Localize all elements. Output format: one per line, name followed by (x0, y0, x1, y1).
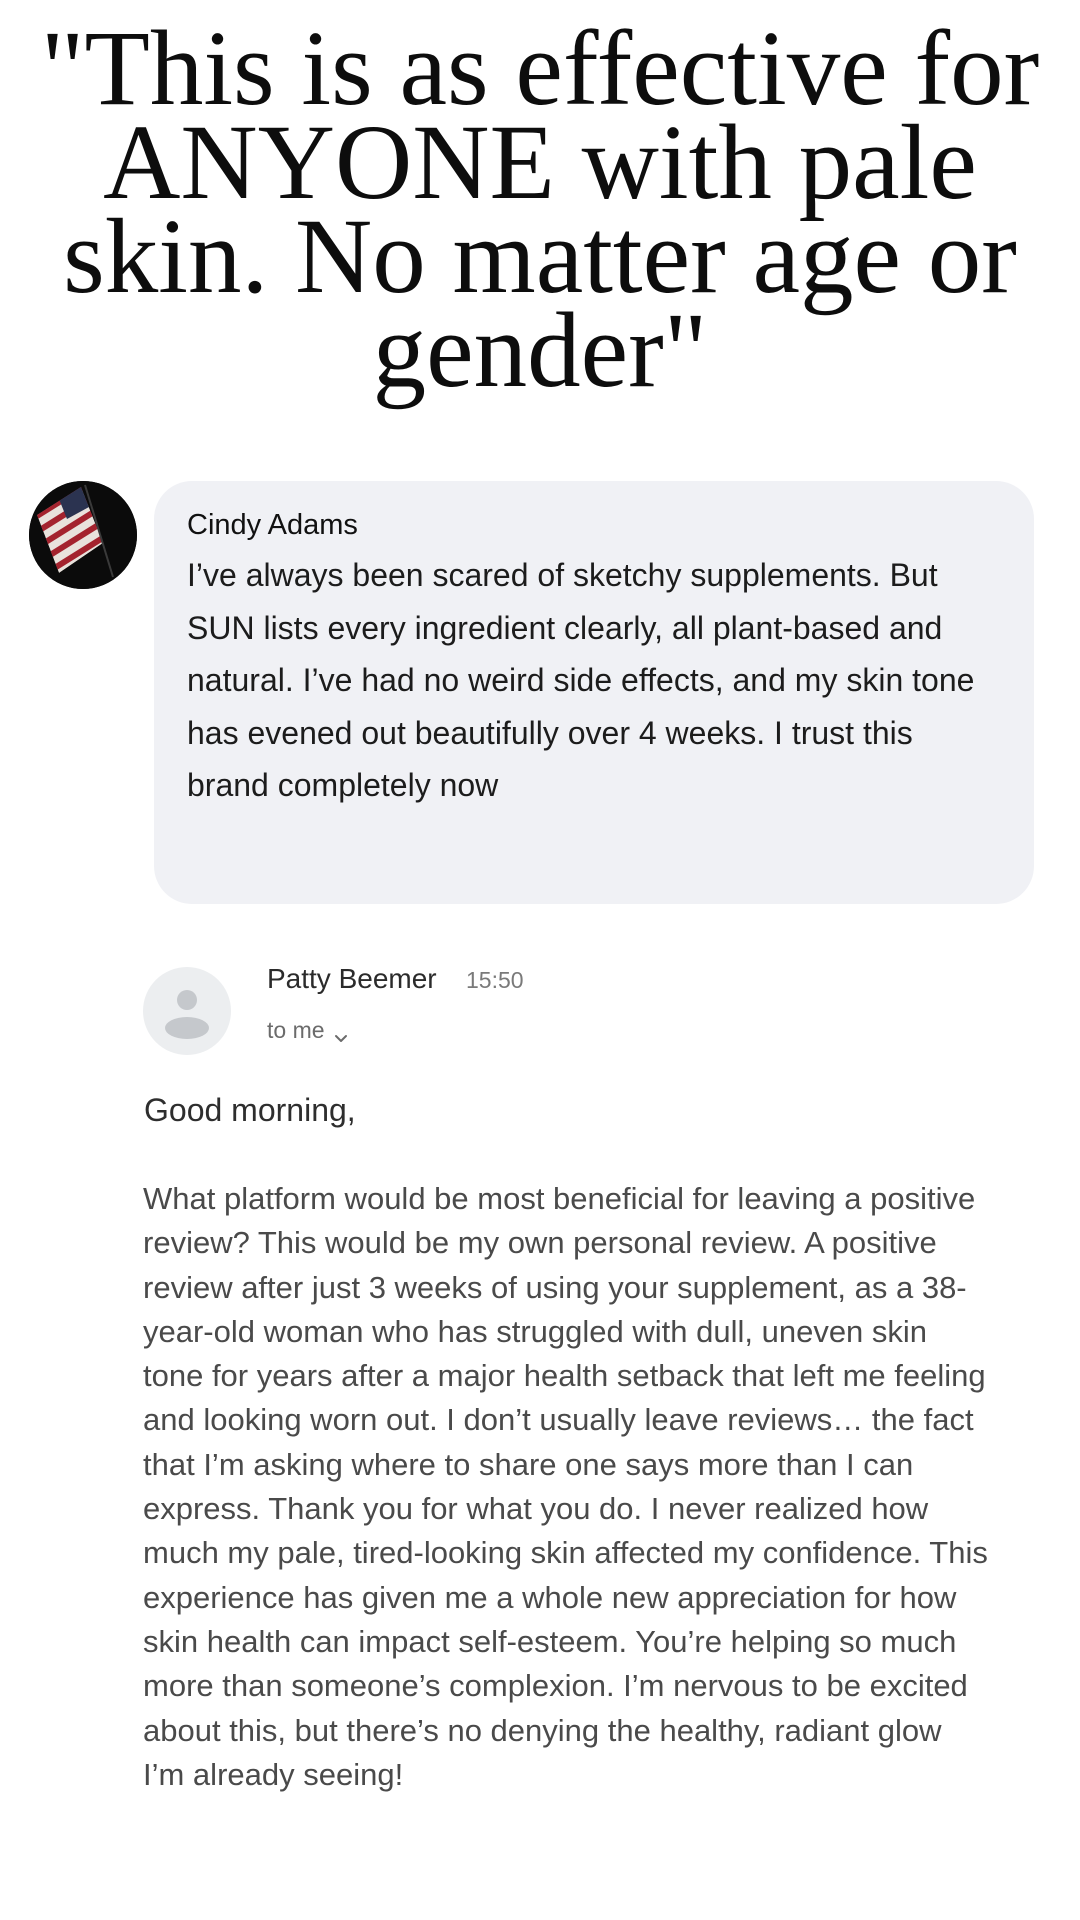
comment-text: I’ve always been scared of sketchy suppl… (187, 557, 975, 803)
commenter-name[interactable]: Cindy Adams (187, 507, 1002, 543)
default-user-icon (165, 990, 209, 1039)
recipient-dropdown[interactable]: to me (267, 1014, 349, 1046)
recipient-label: to me (267, 1017, 325, 1043)
email-greeting: Good morning, (144, 1092, 356, 1128)
chevron-down-icon (333, 1023, 349, 1042)
email-body: What platform would be most beneficial f… (143, 1181, 988, 1792)
sender-avatar[interactable] (143, 967, 231, 1055)
headline-quote: "This is as effective for ANYONE with pa… (40, 10, 1040, 410)
comment-bubble: Cindy Adams I’ve always been scared of s… (154, 481, 1034, 904)
commenter-avatar[interactable] (29, 481, 137, 589)
sent-time: 15:50 (466, 967, 524, 993)
american-flag-icon (29, 481, 137, 589)
sender-name[interactable]: Patty Beemer (267, 961, 437, 997)
